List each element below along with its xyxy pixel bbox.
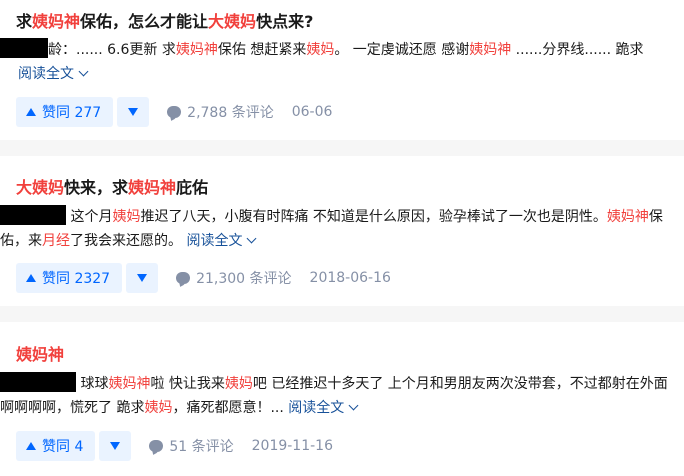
comments-button[interactable]: 2,788 条评论 (167, 102, 274, 122)
upvote-button[interactable]: 赞同 2327 (16, 263, 123, 293)
excerpt-text: 保佑 想赶紧来 (217, 42, 307, 58)
action-bar: 赞同 277 2,788 条评论 06-06 (16, 97, 332, 127)
post-date: 2019-11-16 (251, 438, 333, 454)
excerpt-text: ......分界线...... 跪求 (511, 42, 644, 58)
downvote-arrow-icon (137, 274, 148, 282)
excerpt-highlight: 姨妈 (224, 376, 253, 392)
action-bar: 赞同 4 51 条评论 2019-11-16 (16, 431, 333, 461)
read-more-link[interactable]: 阅读全文 (288, 400, 359, 416)
excerpt-text: 球球 (76, 376, 109, 392)
excerpt-text: 了我会来还愿的。 (70, 233, 182, 249)
upvote-label: 赞同 277 (42, 105, 102, 121)
redacted-author (0, 372, 76, 392)
chevron-down-icon (247, 233, 257, 244)
excerpt-highlight: 姨妈神 (175, 42, 218, 58)
answer-card: 大姨妈快来，求姨妈神庇佑 这个月姨妈推迟了八天，小腹有时阵痛 不知道是什么原因，… (0, 156, 684, 306)
read-more-link[interactable]: 阅读全文 (18, 66, 89, 82)
upvote-arrow-icon (26, 442, 36, 450)
post-date: 06-06 (291, 104, 333, 120)
read-more-label: 阅读全文 (288, 400, 345, 416)
comments-button[interactable]: 21,300 条评论 (176, 268, 292, 288)
excerpt-highlight: 月经 (42, 233, 70, 249)
question-title[interactable]: 姨妈神 (16, 344, 64, 366)
upvote-label: 赞同 2327 (42, 271, 111, 287)
title-text: 庇佑 (176, 178, 209, 197)
comment-bubble-icon (176, 272, 191, 284)
excerpt-highlight: 姨妈 (306, 42, 335, 58)
answer-excerpt[interactable]: 龄：...... 6.6更新 求姨妈神保佑 想赶紧来姨妈。 一定虔诚还愿 感谢姨… (0, 38, 672, 62)
upvote-arrow-icon (26, 108, 36, 116)
title-highlight: 大姨妈 (208, 12, 257, 31)
question-title[interactable]: 大姨妈快来，求姨妈神庇佑 (16, 177, 208, 199)
excerpt-highlight: 姨妈神 (108, 376, 151, 392)
chevron-down-icon (78, 66, 89, 77)
read-more-link[interactable]: 阅读全文 (186, 233, 257, 249)
excerpt-highlight: 姨妈神 (606, 209, 649, 225)
action-bar: 赞同 2327 21,300 条评论 2018-06-16 (16, 263, 391, 293)
comments-count: 21,300 条评论 (196, 271, 292, 287)
title-text: 保佑，怎么才能让 (80, 12, 209, 31)
comment-bubble-icon (167, 106, 182, 118)
upvote-arrow-icon (26, 274, 36, 282)
answer-excerpt[interactable]: 这个月姨妈推迟了八天，小腹有时阵痛 不知道是什么原因，验孕棒试了一次也是阴性。姨… (0, 205, 672, 253)
read-more-label: 阅读全文 (186, 233, 243, 249)
downvote-arrow-icon (110, 442, 121, 450)
excerpt-text: 啦 快让我来 (150, 376, 225, 392)
title-text: 快点来? (256, 12, 314, 31)
answer-excerpt[interactable]: 球球姨妈神啦 快让我来姨妈吧 已经推迟十多天了 上个月和男朋友两次没带套，不过都… (0, 372, 672, 420)
read-more-label: 阅读全文 (18, 66, 74, 82)
redacted-author (0, 38, 48, 58)
post-date: 2018-06-16 (309, 270, 391, 286)
answer-card: 姨妈神 球球姨妈神啦 快让我来姨妈吧 已经推迟十多天了 上个月和男朋友两次没带套… (0, 322, 684, 476)
downvote-button[interactable] (117, 97, 150, 127)
downvote-button[interactable] (99, 431, 132, 461)
comments-button[interactable]: 51 条评论 (149, 436, 234, 456)
title-text: 求 (16, 12, 33, 31)
excerpt-text: ，痛死都愿意！... (172, 400, 284, 416)
excerpt-text: 龄：...... 6.6更新 求 (48, 42, 176, 58)
comment-bubble-icon (149, 440, 164, 452)
title-highlight: 姨妈神 (128, 178, 177, 197)
redacted-author (0, 205, 66, 225)
upvote-label: 赞同 4 (42, 439, 84, 455)
question-title[interactable]: 求姨妈神保佑，怎么才能让大姨妈快点来? (16, 11, 313, 33)
chevron-down-icon (348, 400, 359, 411)
excerpt-highlight: 姨妈神 (469, 42, 512, 58)
answer-card: 求姨妈神保佑，怎么才能让大姨妈快点来? 龄：...... 6.6更新 求姨妈神保… (0, 0, 684, 140)
upvote-button[interactable]: 赞同 277 (16, 97, 114, 127)
downvote-button[interactable] (126, 263, 159, 293)
excerpt-highlight: 姨妈 (112, 209, 141, 225)
title-highlight: 姨妈神 (32, 12, 81, 31)
comments-count: 2,788 条评论 (187, 105, 274, 121)
excerpt-text: 推迟了八天，小腹有时阵痛 不知道是什么原因，验孕棒试了一次也是阴性。 (140, 209, 607, 225)
excerpt-highlight: 姨妈 (144, 400, 173, 416)
downvote-arrow-icon (128, 108, 139, 116)
title-text: 快来，求 (64, 178, 129, 197)
title-highlight: 大姨妈 (16, 178, 65, 197)
title-highlight: 姨妈神 (16, 345, 65, 364)
excerpt-text: 这个月 (66, 209, 113, 225)
upvote-button[interactable]: 赞同 4 (16, 431, 96, 461)
excerpt-text: 。 一定虔诚还愿 感谢 (334, 42, 470, 58)
read-more-line: 阅读全文 (18, 62, 672, 86)
comments-count: 51 条评论 (169, 439, 234, 455)
